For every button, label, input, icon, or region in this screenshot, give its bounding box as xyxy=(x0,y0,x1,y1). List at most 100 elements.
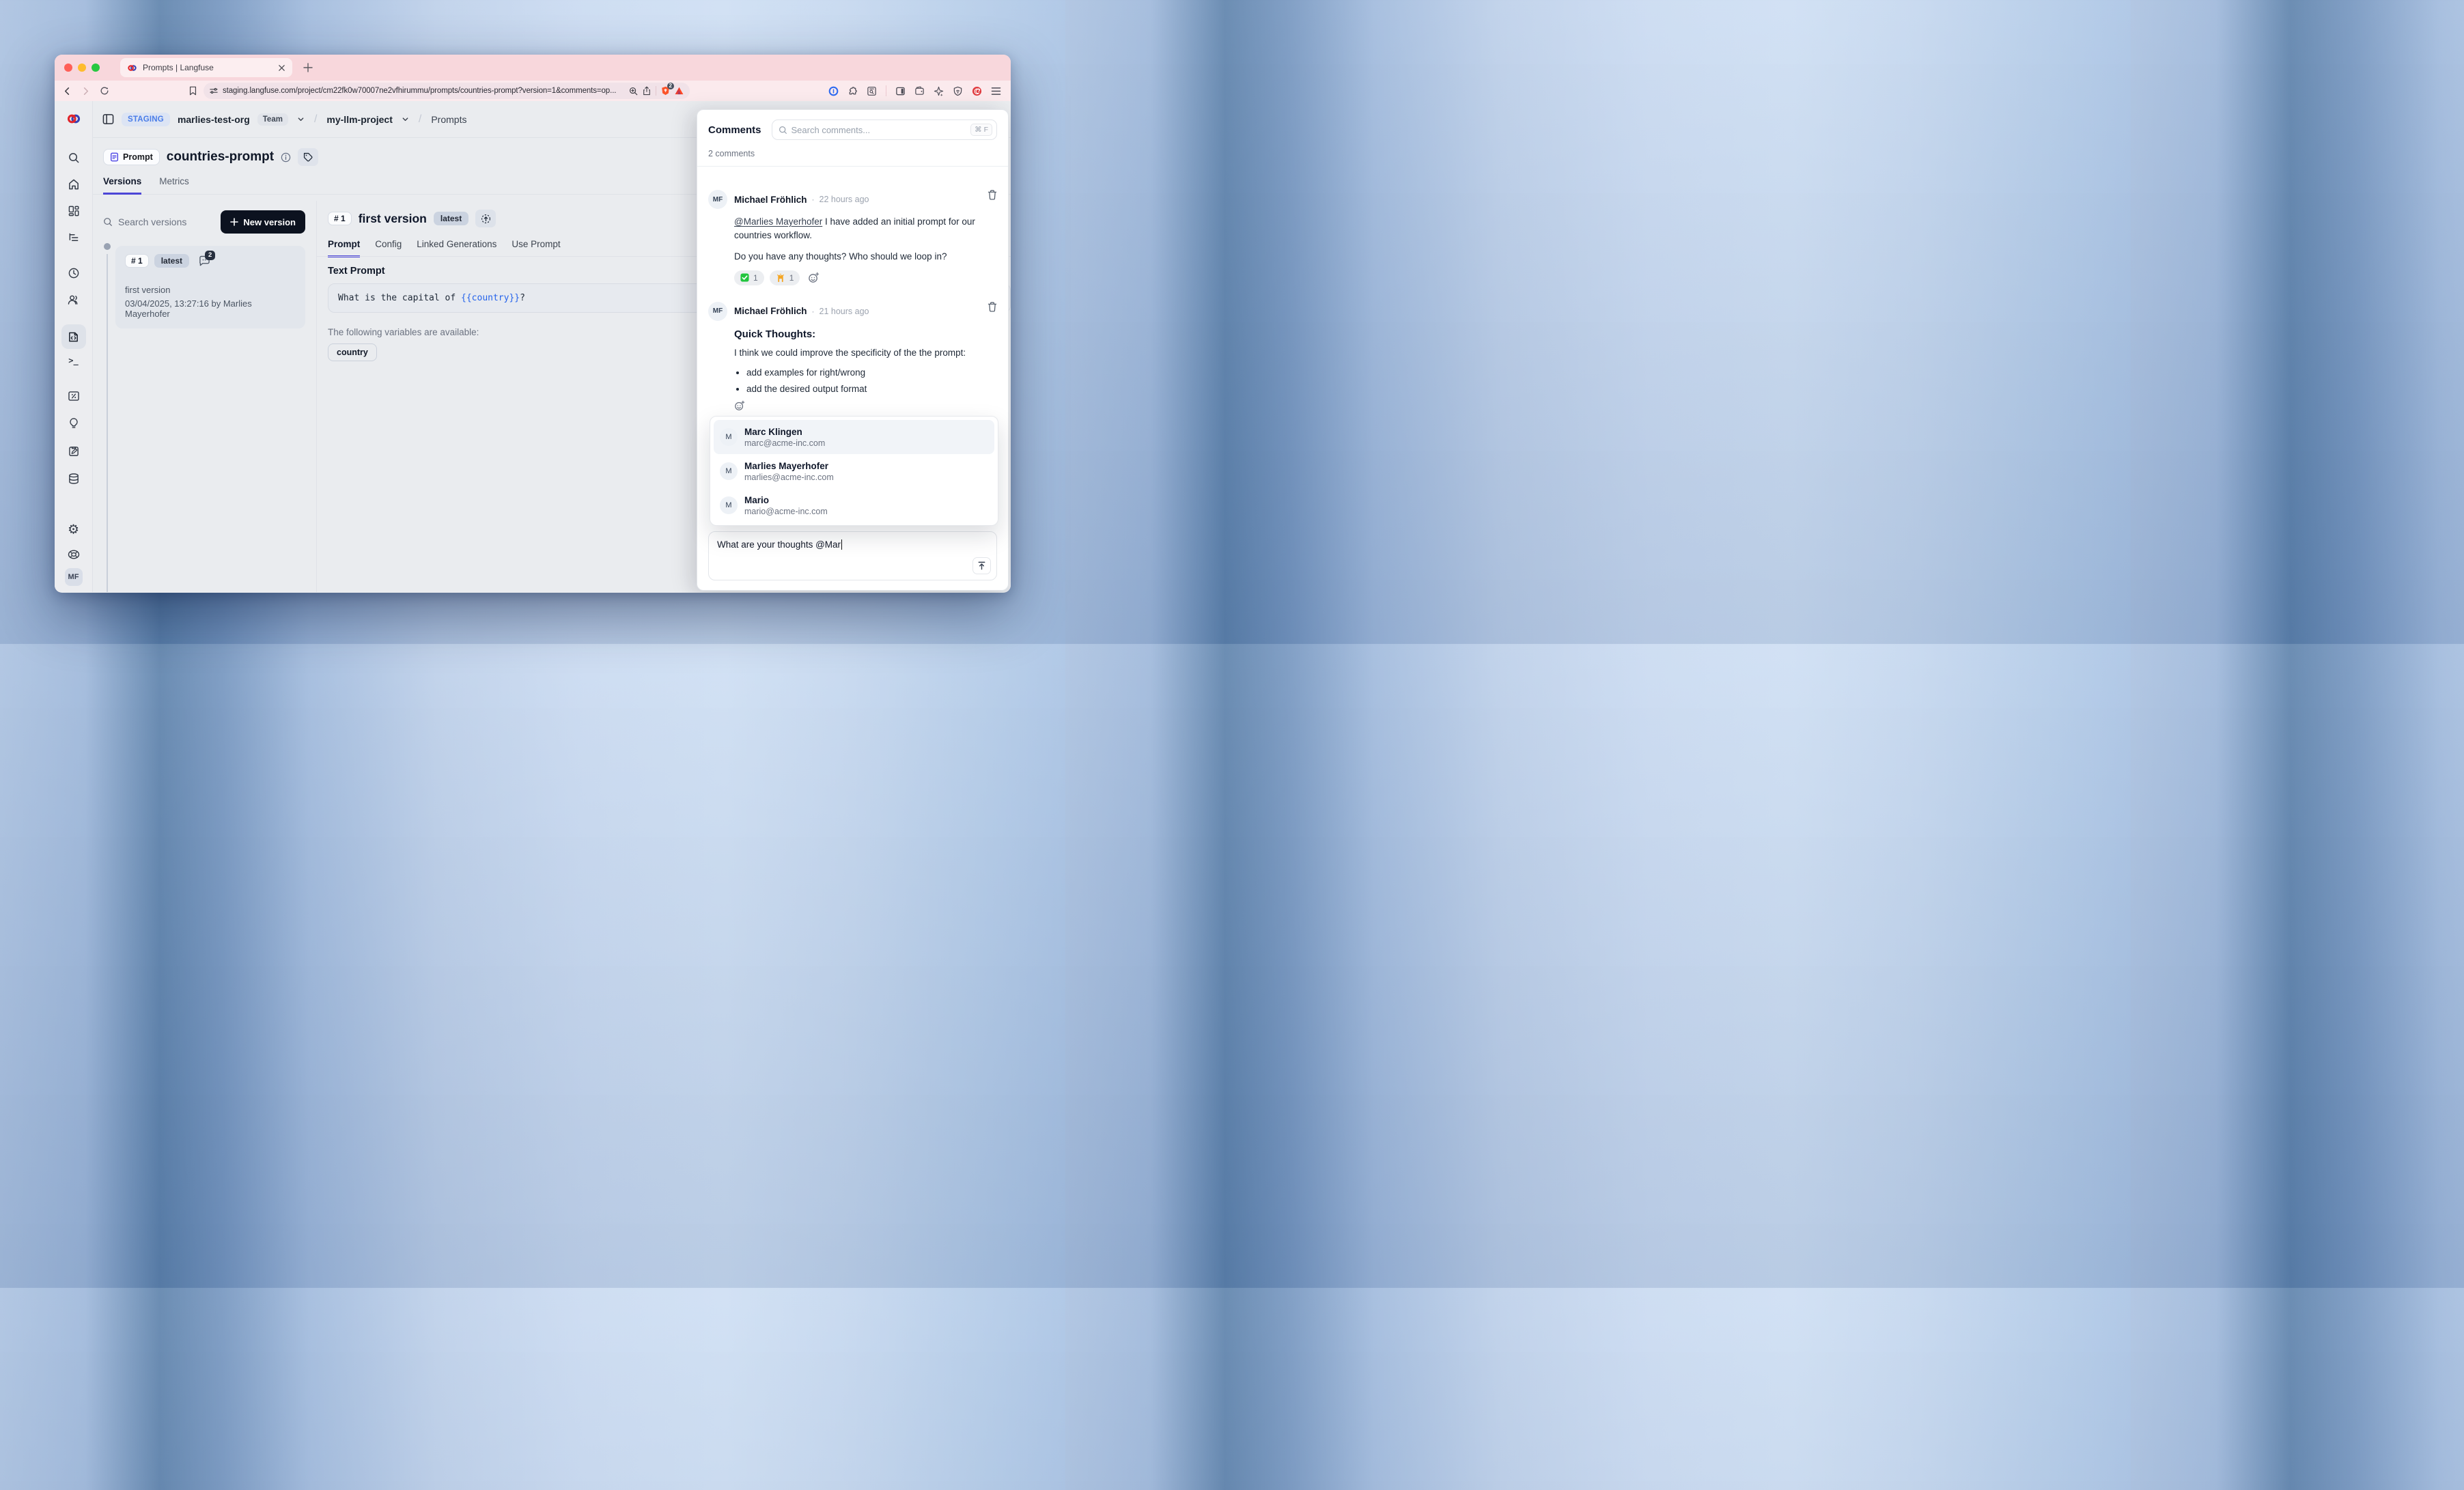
comment-heading: Quick Thoughts: xyxy=(734,328,997,340)
dashboards-icon[interactable] xyxy=(68,206,79,217)
menu-hamburger-icon[interactable] xyxy=(991,87,1001,96)
search-comments-input[interactable] xyxy=(792,125,967,135)
tab-use-prompt[interactable]: Use Prompt xyxy=(512,239,560,256)
submit-comment-button[interactable] xyxy=(972,557,991,574)
tab-versions[interactable]: Versions xyxy=(103,176,141,195)
search-icon[interactable] xyxy=(68,152,79,164)
collapse-sidebar-icon[interactable] xyxy=(102,113,114,125)
new-tab-button[interactable] xyxy=(303,63,313,72)
home-icon[interactable] xyxy=(68,179,79,191)
promote-version-button[interactable] xyxy=(475,210,496,227)
mention-option[interactable]: M Mario mario@acme-inc.com xyxy=(714,488,994,522)
mention-option[interactable]: M Marc Klingen marc@acme-inc.com xyxy=(714,420,994,454)
url-bar[interactable]: staging.langfuse.com/project/cm22fk0w700… xyxy=(204,83,690,99)
zoom-page-icon[interactable] xyxy=(629,87,638,96)
url-text[interactable]: staging.langfuse.com/project/cm22fk0w700… xyxy=(223,87,624,95)
tab-close-icon[interactable] xyxy=(278,64,285,72)
icon-sidebar: >_ ⚙ MF xyxy=(55,101,93,592)
brave-rewards-icon[interactable] xyxy=(675,87,684,95)
settings-gear-icon[interactable]: ⚙ xyxy=(68,522,79,538)
tab-metrics[interactable]: Metrics xyxy=(159,176,189,194)
vpn-shield-icon[interactable] xyxy=(953,86,963,96)
avatar: M xyxy=(720,496,738,514)
minimize-window-button[interactable] xyxy=(78,64,86,72)
timeline-dot xyxy=(104,243,111,250)
evaluation-lightbulb-icon[interactable] xyxy=(68,418,79,430)
leo-sparkle-icon[interactable] xyxy=(934,86,944,96)
version-number-badge: # 1 xyxy=(125,254,149,268)
mention-name: Marlies Mayerhofer xyxy=(744,461,834,471)
mention-option[interactable]: M Marlies Mayerhofer marlies@acme-inc.co… xyxy=(714,454,994,488)
new-comment-input[interactable]: What are your thoughts @Mar xyxy=(708,531,997,580)
delete-comment-icon[interactable] xyxy=(988,190,997,200)
close-window-button[interactable] xyxy=(64,64,72,72)
langfuse-favicon-icon xyxy=(127,63,137,73)
wallet-icon[interactable] xyxy=(914,86,925,96)
share-icon[interactable] xyxy=(643,86,651,96)
latest-badge: latest xyxy=(154,254,189,268)
annotation-clipboard-icon[interactable] xyxy=(68,446,79,458)
breadcrumb-project[interactable]: my-llm-project xyxy=(326,114,392,125)
info-icon[interactable] xyxy=(281,152,291,163)
versions-panel: New version # 1 latest 2 xyxy=(93,201,317,592)
reaction-raised-hands[interactable]: 1 xyxy=(770,270,800,285)
breadcrumb-org[interactable]: marlies-test-org xyxy=(178,114,250,125)
avatar: M xyxy=(720,462,738,480)
org-role-badge[interactable]: Team xyxy=(257,113,288,126)
mention-link[interactable]: @Marlies Mayerhofer xyxy=(734,216,822,227)
add-reaction-icon[interactable] xyxy=(734,400,997,411)
scores-icon[interactable] xyxy=(68,391,79,402)
tag-button[interactable] xyxy=(298,148,318,166)
comment-item: MF Michael Fröhlich · 22 hours ago @Marl… xyxy=(708,190,997,285)
avatar: M xyxy=(720,428,738,446)
search-versions-field[interactable] xyxy=(103,216,221,227)
search-versions-input[interactable] xyxy=(118,216,200,227)
sidebar-toggle-icon[interactable] xyxy=(895,86,906,96)
brave-shield-icon[interactable]: 2 xyxy=(661,86,670,96)
tab-linked-generations[interactable]: Linked Generations xyxy=(417,239,496,256)
comment-item: MF Michael Fröhlich · 21 hours ago Quick… xyxy=(708,302,997,411)
raised-hands-icon xyxy=(776,273,785,282)
playground-terminal-icon[interactable]: >_ xyxy=(68,356,78,365)
shortcut-keycap: ⌘ F xyxy=(970,124,992,136)
bookmark-icon[interactable] xyxy=(188,86,197,96)
langfuse-logo-icon[interactable] xyxy=(66,111,81,126)
browser-window: Prompts | Langfuse staging.langfuse.com/… xyxy=(55,55,1011,593)
user-avatar[interactable]: MF xyxy=(65,568,83,586)
comment-bubble-icon[interactable]: 2 xyxy=(199,255,210,266)
reaction-check[interactable]: 1 xyxy=(734,270,764,285)
forward-icon[interactable] xyxy=(81,87,90,96)
breadcrumb-page: Prompts xyxy=(431,114,466,125)
onepassword-icon[interactable] xyxy=(828,86,839,96)
comments-drawer: Comments ⌘ F 2 comments MF Michael Fröhl… xyxy=(697,109,1009,591)
back-icon[interactable] xyxy=(63,87,72,96)
tab-prompt[interactable]: Prompt xyxy=(328,239,360,257)
environment-badge: STAGING xyxy=(122,113,170,126)
tracing-icon[interactable] xyxy=(68,232,79,244)
version-card[interactable]: # 1 latest 2 first version 03/04/2025, 1… xyxy=(115,246,305,328)
browser-tab[interactable]: Prompts | Langfuse xyxy=(120,58,292,77)
new-version-button[interactable]: New version xyxy=(221,210,305,234)
reader-mode-icon[interactable] xyxy=(867,86,877,96)
reload-icon[interactable] xyxy=(100,86,109,96)
prompt-variable: {{country}} xyxy=(461,293,520,303)
shield-count-badge: 2 xyxy=(667,83,674,89)
support-lifebuoy-icon[interactable] xyxy=(68,550,80,560)
maximize-window-button[interactable] xyxy=(92,64,100,72)
extensions-puzzle-icon[interactable] xyxy=(848,86,858,96)
browser-tab-bar: Prompts | Langfuse xyxy=(55,55,1011,81)
speedreader-icon[interactable] xyxy=(972,86,982,96)
datasets-database-icon[interactable] xyxy=(68,473,79,485)
search-comments-field[interactable]: ⌘ F xyxy=(772,120,997,140)
tab-config[interactable]: Config xyxy=(375,239,402,256)
project-chevron-down-icon[interactable] xyxy=(402,115,409,123)
prompts-icon-active[interactable] xyxy=(61,324,86,349)
delete-comment-icon[interactable] xyxy=(988,302,997,312)
add-reaction-icon[interactable] xyxy=(808,272,820,283)
org-chevron-down-icon[interactable] xyxy=(297,115,305,123)
sessions-clock-icon[interactable] xyxy=(68,268,79,279)
comment-author: Michael Fröhlich xyxy=(734,195,807,205)
site-settings-icon[interactable] xyxy=(210,87,218,95)
users-icon[interactable] xyxy=(68,294,80,305)
search-icon xyxy=(779,126,787,135)
